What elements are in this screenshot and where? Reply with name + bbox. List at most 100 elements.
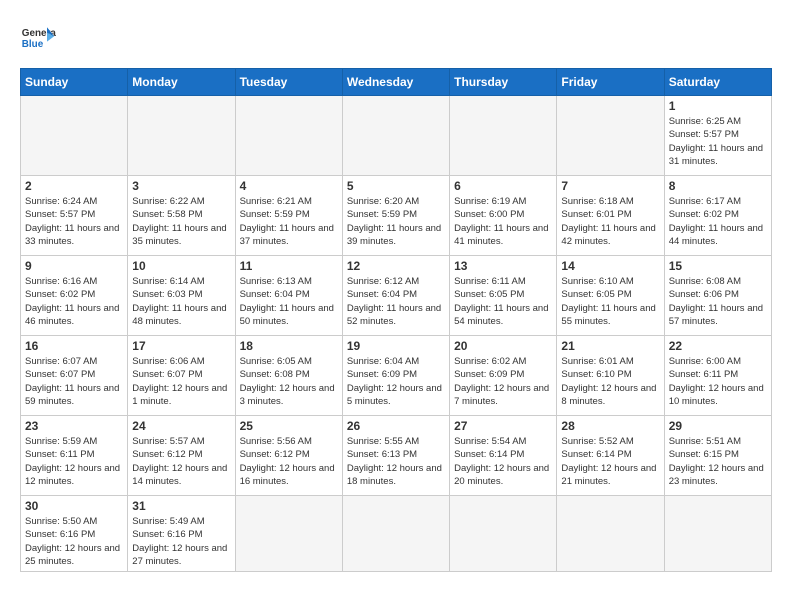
logo: General Blue bbox=[20, 20, 56, 56]
calendar-cell: 25Sunrise: 5:56 AM Sunset: 6:12 PM Dayli… bbox=[235, 416, 342, 496]
calendar-cell: 17 Sunrise: 6:06 AM Sunset: 6:07 PM Dayli… bbox=[128, 336, 235, 416]
day-number: 2 bbox=[25, 179, 123, 193]
calendar-cell bbox=[128, 96, 235, 176]
day-info: Sunrise: 6:07 AM Sunset: 6:07 PM Dayligh… bbox=[25, 355, 123, 408]
day-info: Sunrise: 6:06 AM Sunset: 6:07 PM Dayligh… bbox=[132, 355, 230, 408]
day-info: Sunrise: 6:17 AM Sunset: 6:02 PM Dayligh… bbox=[669, 195, 767, 248]
calendar-cell bbox=[21, 96, 128, 176]
day-info: Sunrise: 6:21 AM Sunset: 5:59 PM Dayligh… bbox=[240, 195, 338, 248]
calendar-cell: 13 Sunrise: 6:11 AM Sunset: 6:05 PM Dayli… bbox=[450, 256, 557, 336]
calendar-cell: 31 Sunrise: 5:49 AM Sunset: 6:16 PM Dayli… bbox=[128, 496, 235, 572]
calendar-cell bbox=[450, 96, 557, 176]
day-number: 17 bbox=[132, 339, 230, 353]
calendar-cell bbox=[557, 96, 664, 176]
calendar-table: SundayMondayTuesdayWednesdayThursdayFrid… bbox=[20, 68, 772, 572]
day-number: 14 bbox=[561, 259, 659, 273]
calendar-row-6: 30 Sunrise: 5:50 AM Sunset: 6:16 PM Dayli… bbox=[21, 496, 772, 572]
day-info: Sunrise: 6:05 AM Sunset: 6:08 PM Dayligh… bbox=[240, 355, 338, 408]
calendar-cell bbox=[557, 496, 664, 572]
day-number: 26 bbox=[347, 419, 445, 433]
calendar-cell: 23Sunrise: 5:59 AM Sunset: 6:11 PM Dayli… bbox=[21, 416, 128, 496]
day-number: 16 bbox=[25, 339, 123, 353]
page: General Blue SundayMondayTuesdayWednesda… bbox=[0, 0, 792, 582]
day-number: 19 bbox=[347, 339, 445, 353]
calendar-cell: 7 Sunrise: 6:18 AM Sunset: 6:01 PM Daylig… bbox=[557, 176, 664, 256]
day-number: 3 bbox=[132, 179, 230, 193]
day-number: 31 bbox=[132, 499, 230, 513]
day-number: 28 bbox=[561, 419, 659, 433]
day-info: Sunrise: 6:18 AM Sunset: 6:01 PM Dayligh… bbox=[561, 195, 659, 248]
day-number: 11 bbox=[240, 259, 338, 273]
day-info: Sunrise: 6:19 AM Sunset: 6:00 PM Dayligh… bbox=[454, 195, 552, 248]
calendar-cell: 22Sunrise: 6:00 AM Sunset: 6:11 PM Dayli… bbox=[664, 336, 771, 416]
calendar-cell: 4Sunrise: 6:21 AM Sunset: 5:59 PM Daylig… bbox=[235, 176, 342, 256]
calendar-cell: 24 Sunrise: 5:57 AM Sunset: 6:12 PM Dayli… bbox=[128, 416, 235, 496]
calendar-cell: 19 Sunrise: 6:04 AM Sunset: 6:09 PM Dayli… bbox=[342, 336, 449, 416]
calendar-cell: 16 Sunrise: 6:07 AM Sunset: 6:07 PM Dayli… bbox=[21, 336, 128, 416]
day-number: 30 bbox=[25, 499, 123, 513]
calendar-cell bbox=[235, 96, 342, 176]
day-info: Sunrise: 5:54 AM Sunset: 6:14 PM Dayligh… bbox=[454, 435, 552, 488]
weekday-header-row: SundayMondayTuesdayWednesdayThursdayFrid… bbox=[21, 69, 772, 96]
calendar-cell bbox=[664, 496, 771, 572]
calendar-cell bbox=[342, 96, 449, 176]
calendar-cell: 2 Sunrise: 6:24 AM Sunset: 5:57 PM Daylig… bbox=[21, 176, 128, 256]
day-number: 15 bbox=[669, 259, 767, 273]
day-number: 7 bbox=[561, 179, 659, 193]
day-info: Sunrise: 6:01 AM Sunset: 6:10 PM Dayligh… bbox=[561, 355, 659, 408]
day-info: Sunrise: 6:04 AM Sunset: 6:09 PM Dayligh… bbox=[347, 355, 445, 408]
weekday-header-tuesday: Tuesday bbox=[235, 69, 342, 96]
calendar-cell: 20 Sunrise: 6:02 AM Sunset: 6:09 PM Dayli… bbox=[450, 336, 557, 416]
calendar-cell: 29Sunrise: 5:51 AM Sunset: 6:15 PM Dayli… bbox=[664, 416, 771, 496]
svg-text:Blue: Blue bbox=[22, 39, 44, 50]
calendar-cell: 12 Sunrise: 6:12 AM Sunset: 6:04 PM Dayli… bbox=[342, 256, 449, 336]
day-number: 8 bbox=[669, 179, 767, 193]
day-info: Sunrise: 6:20 AM Sunset: 5:59 PM Dayligh… bbox=[347, 195, 445, 248]
calendar-cell: 27 Sunrise: 5:54 AM Sunset: 6:14 PM Dayli… bbox=[450, 416, 557, 496]
calendar-cell: 28Sunrise: 5:52 AM Sunset: 6:14 PM Dayli… bbox=[557, 416, 664, 496]
day-info: Sunrise: 6:10 AM Sunset: 6:05 PM Dayligh… bbox=[561, 275, 659, 328]
calendar-cell: 10Sunrise: 6:14 AM Sunset: 6:03 PM Dayli… bbox=[128, 256, 235, 336]
day-info: Sunrise: 6:24 AM Sunset: 5:57 PM Dayligh… bbox=[25, 195, 123, 248]
day-info: Sunrise: 6:12 AM Sunset: 6:04 PM Dayligh… bbox=[347, 275, 445, 328]
weekday-header-wednesday: Wednesday bbox=[342, 69, 449, 96]
calendar-cell: 21Sunrise: 6:01 AM Sunset: 6:10 PM Dayli… bbox=[557, 336, 664, 416]
calendar-row-4: 16 Sunrise: 6:07 AM Sunset: 6:07 PM Dayli… bbox=[21, 336, 772, 416]
day-number: 27 bbox=[454, 419, 552, 433]
day-number: 10 bbox=[132, 259, 230, 273]
generalblue-logo-icon: General Blue bbox=[20, 20, 56, 56]
weekday-header-friday: Friday bbox=[557, 69, 664, 96]
calendar-row-3: 9Sunrise: 6:16 AM Sunset: 6:02 PM Daylig… bbox=[21, 256, 772, 336]
weekday-header-thursday: Thursday bbox=[450, 69, 557, 96]
day-number: 12 bbox=[347, 259, 445, 273]
day-number: 5 bbox=[347, 179, 445, 193]
calendar-row-5: 23Sunrise: 5:59 AM Sunset: 6:11 PM Dayli… bbox=[21, 416, 772, 496]
calendar-cell: 11Sunrise: 6:13 AM Sunset: 6:04 PM Dayli… bbox=[235, 256, 342, 336]
day-number: 24 bbox=[132, 419, 230, 433]
calendar-cell bbox=[342, 496, 449, 572]
calendar-cell: 15 Sunrise: 6:08 AM Sunset: 6:06 PM Dayli… bbox=[664, 256, 771, 336]
calendar-cell bbox=[235, 496, 342, 572]
day-info: Sunrise: 6:25 AM Sunset: 5:57 PM Dayligh… bbox=[669, 115, 767, 168]
header: General Blue bbox=[20, 20, 772, 56]
day-number: 13 bbox=[454, 259, 552, 273]
day-info: Sunrise: 6:11 AM Sunset: 6:05 PM Dayligh… bbox=[454, 275, 552, 328]
day-info: Sunrise: 6:08 AM Sunset: 6:06 PM Dayligh… bbox=[669, 275, 767, 328]
day-number: 25 bbox=[240, 419, 338, 433]
day-info: Sunrise: 5:50 AM Sunset: 6:16 PM Dayligh… bbox=[25, 515, 123, 568]
calendar-cell: 5 Sunrise: 6:20 AM Sunset: 5:59 PM Daylig… bbox=[342, 176, 449, 256]
calendar-row-1: 1 Sunrise: 6:25 AM Sunset: 5:57 PM Daylig… bbox=[21, 96, 772, 176]
weekday-header-monday: Monday bbox=[128, 69, 235, 96]
day-info: Sunrise: 5:49 AM Sunset: 6:16 PM Dayligh… bbox=[132, 515, 230, 568]
calendar-cell: 26 Sunrise: 5:55 AM Sunset: 6:13 PM Dayli… bbox=[342, 416, 449, 496]
day-info: Sunrise: 5:57 AM Sunset: 6:12 PM Dayligh… bbox=[132, 435, 230, 488]
day-info: Sunrise: 5:55 AM Sunset: 6:13 PM Dayligh… bbox=[347, 435, 445, 488]
day-info: Sunrise: 6:02 AM Sunset: 6:09 PM Dayligh… bbox=[454, 355, 552, 408]
day-number: 23 bbox=[25, 419, 123, 433]
day-number: 20 bbox=[454, 339, 552, 353]
calendar-cell: 30 Sunrise: 5:50 AM Sunset: 6:16 PM Dayli… bbox=[21, 496, 128, 572]
weekday-header-saturday: Saturday bbox=[664, 69, 771, 96]
day-info: Sunrise: 6:22 AM Sunset: 5:58 PM Dayligh… bbox=[132, 195, 230, 248]
calendar-row-2: 2 Sunrise: 6:24 AM Sunset: 5:57 PM Daylig… bbox=[21, 176, 772, 256]
day-number: 1 bbox=[669, 99, 767, 113]
